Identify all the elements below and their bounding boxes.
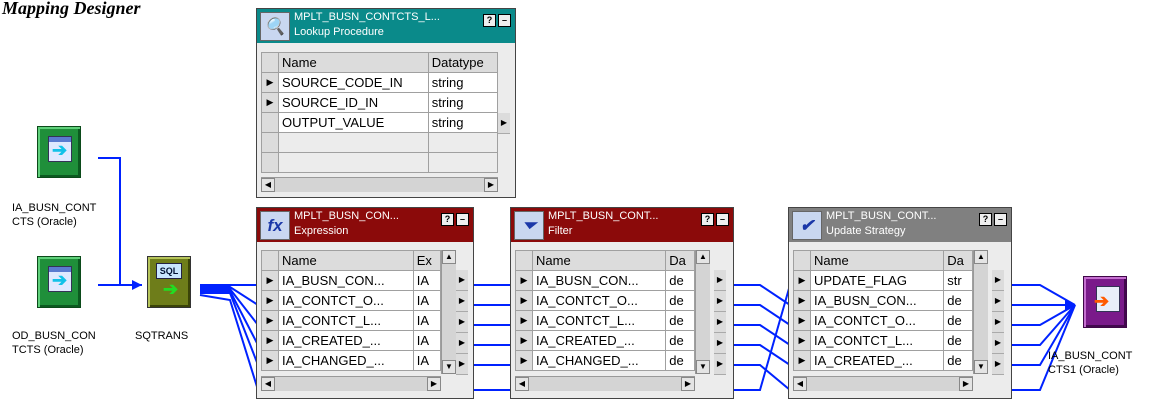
- port-arrow-icon: ▶: [714, 312, 726, 333]
- sqtrans-label: SQTRANS: [135, 330, 189, 342]
- table-row[interactable]: ▶ IA_BUSN_CON... de: [793, 290, 973, 311]
- port-arrow-icon: ▶: [714, 291, 726, 312]
- expression-transformation[interactable]: fx MPLT_BUSN_CON... Expression ? – Name Ex…: [256, 207, 474, 399]
- port-arrow-icon: ▶: [456, 270, 468, 291]
- source-od-busn-contcts-icon[interactable]: ➔: [37, 256, 81, 308]
- table-row[interactable]: ▶ IA_BUSN_CON... de: [515, 270, 695, 291]
- filter-funnel-icon: ⏷: [514, 211, 544, 240]
- expression-header[interactable]: fx MPLT_BUSN_CON... Expression ? –: [257, 208, 473, 242]
- help-icon[interactable]: ?: [441, 213, 454, 226]
- lookup-h-scrollbar[interactable]: ◀ ▶: [261, 177, 498, 192]
- update-strategy-transformation[interactable]: ✔ MPLT_BUSN_CONT... Update Strategy ? – N…: [788, 207, 1012, 399]
- lookup-header[interactable]: 🔍 MPLT_BUSN_CONTCTS_L... Lookup Procedur…: [257, 9, 515, 43]
- port-arrow-icon: ▶: [714, 270, 726, 291]
- expression-port-table: Name Ex ▶ IA_BUSN_CON... IA ▶ IA_CONTCT_O...…: [261, 250, 442, 371]
- update-strategy-v-scrollbar[interactable]: ▲ ▼: [973, 250, 988, 374]
- table-row[interactable]: ▶ IA_CREATED_... de: [515, 330, 695, 351]
- port-arrow-icon: ▶: [992, 291, 1004, 312]
- port-arrow-icon: ▶: [992, 354, 1004, 375]
- help-icon[interactable]: ?: [979, 213, 992, 226]
- table-row[interactable]: ▶ IA_CREATED_... de: [793, 350, 973, 371]
- filter-port-table: Name Da ▶ IA_BUSN_CON... de ▶ IA_CONTCT_O...…: [515, 250, 695, 371]
- port-arrow-icon: ▶: [992, 312, 1004, 333]
- help-icon[interactable]: ?: [701, 213, 714, 226]
- port-arrow-icon: ▶: [456, 333, 468, 354]
- filter-h-scrollbar[interactable]: ◀ ▶: [515, 376, 695, 391]
- update-strategy-h-scrollbar[interactable]: ◀ ▶: [793, 376, 973, 391]
- minimize-icon[interactable]: –: [456, 213, 469, 226]
- expression-v-scrollbar[interactable]: ▲ ▼: [441, 250, 456, 374]
- port-arrow-icon: ▶: [992, 270, 1004, 291]
- filter-v-scrollbar[interactable]: ▲ ▼: [695, 250, 710, 374]
- table-row[interactable]: ▶ IA_CONTCT_O... IA: [261, 290, 442, 311]
- port-arrow-icon: ▶: [498, 113, 510, 134]
- sqtrans-icon[interactable]: SQL ➔: [147, 256, 191, 308]
- expression-h-scrollbar[interactable]: ◀ ▶: [261, 376, 441, 391]
- port-arrow-icon: ▶: [992, 333, 1004, 354]
- table-row[interactable]: ▶ SOURCE_ID_IN string: [261, 92, 499, 113]
- lookup-icon: 🔍: [260, 12, 290, 41]
- table-row[interactable]: ▶ IA_CHANGED_... de: [515, 350, 695, 371]
- minimize-icon[interactable]: –: [994, 213, 1007, 226]
- table-row[interactable]: ▶ IA_CONTCT_O... de: [793, 310, 973, 331]
- port-arrow-icon: ▶: [714, 354, 726, 375]
- lookup-transformation[interactable]: 🔍 MPLT_BUSN_CONTCTS_L... Lookup Procedur…: [256, 8, 516, 198]
- table-row[interactable]: ▶ IA_CONTCT_L... de: [793, 330, 973, 351]
- table-row[interactable]: OUTPUT_VALUE string: [261, 112, 499, 133]
- table-row[interactable]: ▶ IA_CONTCT_O... de: [515, 290, 695, 311]
- minimize-icon[interactable]: –: [498, 14, 511, 27]
- table-row[interactable]: ▶ IA_BUSN_CON... IA: [261, 270, 442, 291]
- target-ia-busn-contcts1-label: IA_BUSN_CONT CTS1 (Oracle): [1048, 350, 1133, 376]
- port-arrow-icon: ▶: [456, 354, 468, 375]
- lookup-port-table: Name Datatype ▶ SOURCE_CODE_IN string ▶ SOU…: [261, 52, 499, 173]
- table-row[interactable]: ▶ IA_CONTCT_L... IA: [261, 310, 442, 331]
- source-ia-busn-contcts-label: IA_BUSN_CONT CTS (Oracle): [12, 202, 97, 228]
- table-row[interactable]: ▶ SOURCE_CODE_IN string: [261, 72, 499, 93]
- port-arrow-icon: ▶: [714, 333, 726, 354]
- checkmark-icon: ✔: [792, 211, 822, 240]
- update-strategy-port-table: Name Da ▶ UPDATE_FLAG str ▶ IA_BUSN_CON... de…: [793, 250, 973, 371]
- help-icon[interactable]: ?: [483, 14, 496, 27]
- table-row[interactable]: ▶ IA_CREATED_... IA: [261, 330, 442, 351]
- table-row[interactable]: ▶ IA_CHANGED_... IA: [261, 350, 442, 371]
- source-od-busn-contcts-label: OD_BUSN_CON TCTS (Oracle): [12, 330, 96, 356]
- target-ia-busn-contcts1-icon[interactable]: ➔: [1083, 276, 1127, 328]
- port-arrow-icon: ▶: [456, 291, 468, 312]
- port-arrow-icon: ▶: [456, 312, 468, 333]
- fx-icon: fx: [260, 211, 290, 240]
- filter-header[interactable]: ⏷ MPLT_BUSN_CONT... Filter ? –: [511, 208, 733, 242]
- table-row[interactable]: ▶ IA_CONTCT_L... de: [515, 310, 695, 331]
- source-ia-busn-contcts-icon[interactable]: ➔: [37, 126, 81, 178]
- filter-transformation[interactable]: ⏷ MPLT_BUSN_CONT... Filter ? – Name Da ▶ IA…: [510, 207, 734, 399]
- update-strategy-header[interactable]: ✔ MPLT_BUSN_CONT... Update Strategy ? –: [789, 208, 1011, 242]
- minimize-icon[interactable]: –: [716, 213, 729, 226]
- table-row[interactable]: ▶ UPDATE_FLAG str: [793, 270, 973, 291]
